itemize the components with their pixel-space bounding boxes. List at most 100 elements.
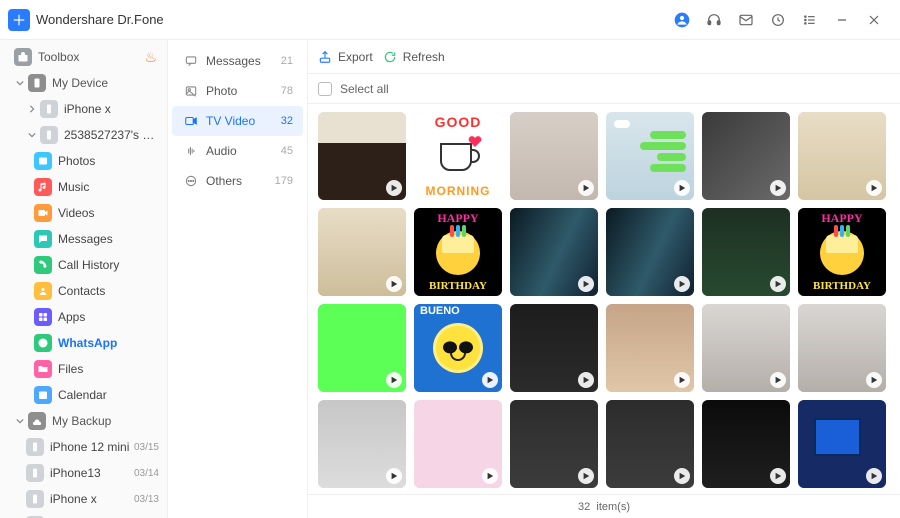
video-thumb[interactable] — [798, 400, 886, 488]
sidebar: Toolbox ♨ My Device iPhone x 2538527237'… — [0, 40, 168, 518]
play-icon — [770, 276, 786, 292]
refresh-button[interactable]: Refresh — [383, 50, 445, 64]
play-icon — [866, 372, 882, 388]
sidebar-item-photos[interactable]: Photos — [0, 148, 167, 174]
video-thumb[interactable] — [702, 400, 790, 488]
video-thumb[interactable] — [798, 304, 886, 392]
sticker-text: HAPPY — [437, 212, 478, 224]
sidebar-videos-label: Videos — [58, 206, 159, 220]
sidebar-toolbox[interactable]: Toolbox ♨ — [0, 44, 167, 70]
content-area: Export Refresh Select all GOOD MORNING — [308, 40, 900, 518]
sidebar-device-mi[interactable]: 2538527237's Mi ... — [0, 122, 167, 148]
status-count: 32 — [578, 501, 590, 513]
apps-icon — [34, 308, 52, 326]
video-thumb[interactable] — [606, 400, 694, 488]
video-thumb[interactable] — [798, 112, 886, 200]
video-thumb[interactable] — [318, 208, 406, 296]
account-icon[interactable] — [668, 6, 696, 34]
sticker-text: BIRTHDAY — [429, 281, 487, 292]
chevron-down-icon — [14, 79, 26, 87]
category-messages[interactable]: Messages 21 — [172, 46, 303, 76]
video-thumb[interactable] — [510, 112, 598, 200]
sidebar-device-iphonex[interactable]: iPhone x — [0, 96, 167, 122]
category-photo[interactable]: Photo 78 — [172, 76, 303, 106]
sidebar-backup-history[interactable]: Backup History — [0, 512, 167, 518]
sidebar-call-label: Call History — [58, 258, 159, 272]
status-bar: 32 item(s) — [308, 494, 900, 518]
play-icon — [770, 468, 786, 484]
video-thumb[interactable] — [606, 112, 694, 200]
play-icon — [770, 372, 786, 388]
play-icon — [578, 276, 594, 292]
video-thumb[interactable] — [510, 304, 598, 392]
calendar-icon — [34, 386, 52, 404]
video-thumb[interactable]: GOOD MORNING — [414, 112, 502, 200]
video-thumb[interactable]: BUENO — [414, 304, 502, 392]
phone-icon — [40, 100, 58, 118]
list-icon[interactable] — [796, 6, 824, 34]
video-thumb[interactable] — [510, 400, 598, 488]
play-icon — [674, 276, 690, 292]
video-thumb[interactable] — [702, 112, 790, 200]
play-icon — [866, 468, 882, 484]
close-button[interactable] — [860, 6, 888, 34]
sidebar-item-music[interactable]: Music — [0, 174, 167, 200]
select-all-checkbox[interactable] — [318, 82, 332, 96]
sidebar-contacts-label: Contacts — [58, 284, 159, 298]
sidebar-item-messages[interactable]: Messages — [0, 226, 167, 252]
category-tvvideo-count: 32 — [281, 115, 293, 127]
sidebar-item-call-history[interactable]: Call History — [0, 252, 167, 278]
video-thumb[interactable] — [606, 208, 694, 296]
video-thumb[interactable] — [510, 208, 598, 296]
video-thumb[interactable] — [414, 400, 502, 488]
export-button[interactable]: Export — [318, 50, 373, 64]
content-toolbar: Export Refresh — [308, 40, 900, 74]
sidebar-backup-0[interactable]: iPhone 12 mini 03/15 — [0, 434, 167, 460]
sidebar-item-apps[interactable]: Apps — [0, 304, 167, 330]
history-icon[interactable] — [764, 6, 792, 34]
sidebar-messages-label: Messages — [58, 232, 159, 246]
video-thumb[interactable] — [702, 208, 790, 296]
device-icon — [28, 74, 46, 92]
phone-icon — [26, 438, 44, 456]
category-tv-video[interactable]: TV Video 32 — [172, 106, 303, 136]
phone-icon — [40, 126, 58, 144]
minimize-button[interactable] — [828, 6, 856, 34]
sidebar-my-device[interactable]: My Device — [0, 70, 167, 96]
video-thumb[interactable] — [606, 304, 694, 392]
sidebar-item-files[interactable]: Files — [0, 356, 167, 382]
video-grid: GOOD MORNING HAPPY BIRTHDAY — [308, 104, 900, 494]
phone-icon — [26, 464, 44, 482]
sidebar-item-contacts[interactable]: Contacts — [0, 278, 167, 304]
export-label: Export — [338, 50, 373, 64]
video-thumb[interactable] — [318, 112, 406, 200]
sidebar-item-videos[interactable]: Videos — [0, 200, 167, 226]
call-icon — [34, 256, 52, 274]
others-icon — [182, 174, 200, 188]
category-others-label: Others — [206, 174, 275, 188]
category-tvvideo-label: TV Video — [206, 114, 281, 128]
video-thumb[interactable] — [702, 304, 790, 392]
sidebar-whatsapp-label: WhatsApp — [58, 336, 159, 350]
sidebar-my-backup[interactable]: My Backup — [0, 408, 167, 434]
category-audio[interactable]: Audio 45 — [172, 136, 303, 166]
messages-icon — [182, 54, 200, 68]
whatsapp-icon — [34, 334, 52, 352]
sidebar-item-calendar[interactable]: Calendar — [0, 382, 167, 408]
category-others[interactable]: Others 179 — [172, 166, 303, 196]
video-thumb[interactable] — [318, 304, 406, 392]
chevron-down-icon — [14, 417, 26, 425]
sidebar-backup-2[interactable]: iPhone x 03/13 — [0, 486, 167, 512]
video-thumb[interactable] — [318, 400, 406, 488]
headset-icon[interactable] — [700, 6, 728, 34]
category-audio-count: 45 — [281, 145, 293, 157]
sidebar-mi-label: 2538527237's Mi ... — [64, 128, 159, 142]
sidebar-backup-1[interactable]: iPhone13 03/14 — [0, 460, 167, 486]
video-thumb[interactable]: HAPPY BIRTHDAY — [798, 208, 886, 296]
sidebar-item-whatsapp[interactable]: WhatsApp — [0, 330, 167, 356]
sidebar-backup-1-date: 03/14 — [134, 468, 159, 479]
mail-icon[interactable] — [732, 6, 760, 34]
video-thumb[interactable]: HAPPY BIRTHDAY — [414, 208, 502, 296]
app-title: Wondershare Dr.Fone — [36, 12, 164, 27]
category-audio-label: Audio — [206, 144, 281, 158]
